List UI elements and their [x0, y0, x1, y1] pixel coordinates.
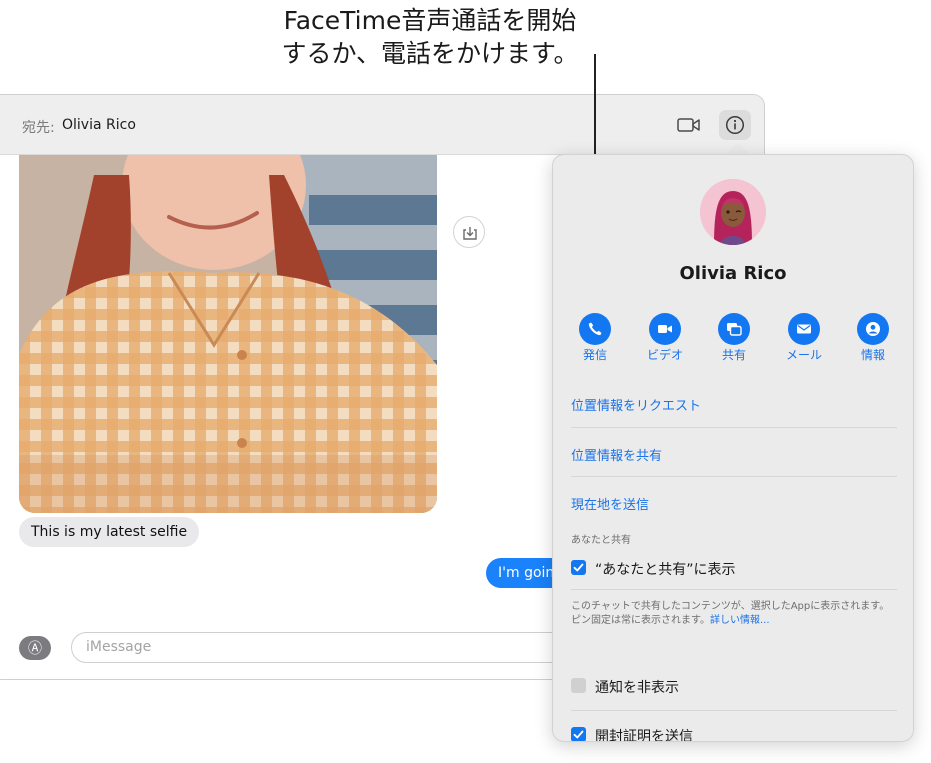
hide-alerts-checkbox[interactable] [571, 678, 586, 693]
divider [571, 589, 897, 590]
contact-info-label: 情報 [860, 348, 885, 362]
divider [571, 476, 897, 477]
app-store-button[interactable]: Ⓐ [19, 636, 51, 660]
send-read-receipts-label: 開封証明を送信 [595, 729, 693, 742]
shared-with-you-section-label: あなたと共有 [571, 535, 631, 546]
to-label: 宛先: [22, 120, 55, 136]
show-in-shared-checkbox[interactable] [571, 560, 586, 575]
callout-line-1: FaceTime音声通話を開始 [283, 6, 577, 35]
mail-icon [797, 324, 811, 334]
call-button[interactable] [579, 313, 611, 345]
share-location-link[interactable]: 位置情報を共有 [571, 445, 662, 464]
info-button[interactable] [719, 110, 751, 140]
contact-actions: 発信 ビデオ 共有 メール 情報 [553, 313, 913, 363]
contact-name: Olivia Rico [679, 263, 787, 284]
call-label: 発信 [582, 348, 607, 362]
more-info-link[interactable]: 詳しい情報... [710, 615, 770, 626]
hide-alerts-label: 通知を非表示 [595, 680, 679, 696]
callout-line-2: するか、電話をかけます。 [281, 39, 579, 68]
download-icon [463, 227, 477, 240]
save-photo-button[interactable] [453, 216, 485, 248]
selfie-photo[interactable] [19, 155, 437, 513]
show-in-shared-label: “あなたと共有”に表示 [595, 562, 736, 578]
video-icon [658, 325, 672, 333]
incoming-message-bubble[interactable]: This is my latest selfie [19, 517, 200, 547]
app-store-icon: Ⓐ [28, 641, 42, 657]
contact-info-button[interactable] [857, 313, 889, 345]
video-button[interactable] [649, 313, 681, 345]
mail-label: メール [785, 348, 822, 362]
details-popover: Olivia Rico 発信 ビデオ 共有 メール 情報 位置情報をリクエスト … [552, 154, 914, 742]
stage: FaceTime音声通話を開始 するか、電話をかけます。 宛先: Olivia … [0, 0, 931, 763]
screen-share-icon [727, 323, 742, 336]
info-icon [725, 115, 745, 135]
share-screen-button[interactable] [718, 313, 750, 345]
mail-button[interactable] [788, 313, 820, 345]
imessage-input[interactable]: iMessage [71, 632, 631, 663]
facetime-video-icon[interactable] [677, 117, 701, 133]
send-current-location-link[interactable]: 現在地を送信 [571, 494, 649, 513]
conversation-header: 宛先: Olivia Rico [0, 95, 764, 155]
recipient-name[interactable]: Olivia Rico [62, 117, 136, 133]
callout: FaceTime音声通話を開始 するか、電話をかけます。 [240, 4, 620, 70]
shared-with-you-description: このチャットで共有したコンテンツが、選択したAppに表示されます。ピン固定は常に… [571, 600, 899, 628]
person-icon [866, 322, 880, 336]
checkmark-icon [573, 730, 584, 739]
request-location-link[interactable]: 位置情報をリクエスト [571, 395, 701, 414]
divider [571, 710, 897, 711]
checkmark-icon [573, 563, 584, 572]
avatar [700, 179, 766, 245]
send-read-receipts-checkbox[interactable] [571, 727, 586, 741]
divider [571, 427, 897, 428]
share-screen-label: 共有 [721, 348, 746, 362]
phone-icon [588, 322, 602, 336]
video-label: ビデオ [646, 348, 683, 362]
